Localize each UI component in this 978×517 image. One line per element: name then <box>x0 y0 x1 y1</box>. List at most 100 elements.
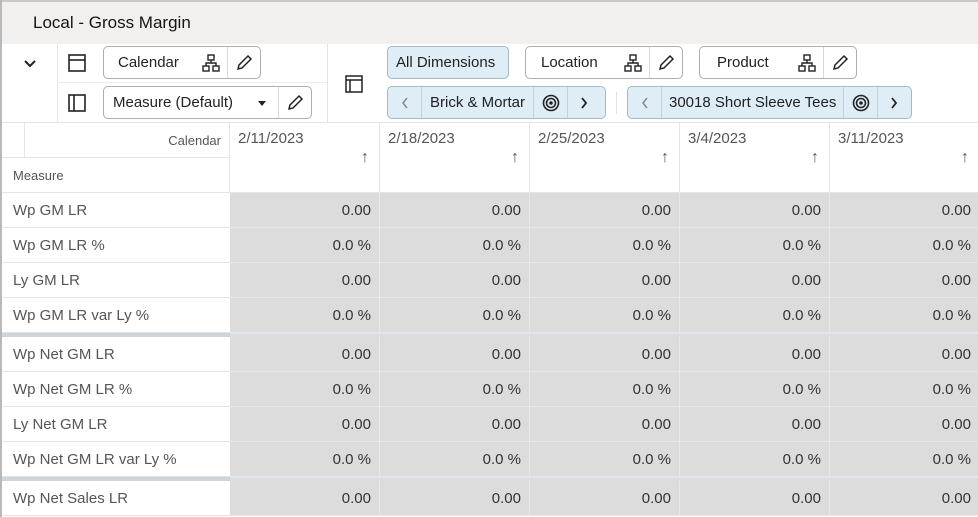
row-header[interactable]: Ly GM LR <box>2 263 230 298</box>
grid-cell[interactable]: 0.0 % <box>830 442 978 477</box>
grid-cell[interactable]: 0.0 % <box>380 442 530 477</box>
grid-cell[interactable]: 0.00 <box>230 481 380 516</box>
grid-cell[interactable]: 0.0 % <box>830 372 978 407</box>
chevron-right-icon <box>891 96 898 109</box>
grid-cell[interactable]: 0.00 <box>680 193 830 228</box>
measure-dimension-chip[interactable]: Measure (Default) <box>103 86 312 119</box>
grid-cell[interactable]: 0.0 % <box>830 228 978 263</box>
target-icon <box>852 94 870 111</box>
grid-cell[interactable]: 0.0 % <box>380 298 530 333</box>
hierarchy-button[interactable] <box>195 47 228 78</box>
grid-cell[interactable]: 0.00 <box>830 337 978 372</box>
next-location-button[interactable] <box>567 87 600 118</box>
grid-cell[interactable]: 0.0 % <box>530 228 680 263</box>
all-dimensions-button[interactable]: All Dimensions <box>387 46 509 79</box>
arrow-up-icon[interactable]: ↑ <box>961 149 969 167</box>
row-header[interactable]: Wp GM LR % <box>2 228 230 263</box>
grid-cell[interactable]: 0.00 <box>680 337 830 372</box>
edit-button[interactable] <box>227 47 260 78</box>
grid-cell[interactable]: 0.0 % <box>380 228 530 263</box>
row-header[interactable]: Wp Net GM LR <box>2 337 230 372</box>
hierarchy-button[interactable] <box>617 47 650 78</box>
grid-cell[interactable]: 0.0 % <box>830 298 978 333</box>
grid-cell[interactable]: 0.00 <box>230 263 380 298</box>
row-header[interactable]: Ly Net GM LR <box>2 407 230 442</box>
grid-cell[interactable]: 0.0 % <box>530 442 680 477</box>
grid-cell[interactable]: 0.0 % <box>230 298 380 333</box>
grid-cell[interactable]: 0.00 <box>380 263 530 298</box>
target-product-button[interactable] <box>843 87 877 118</box>
edit-button[interactable] <box>278 87 311 118</box>
row-header[interactable]: Wp Net GM LR var Ly % <box>2 442 230 477</box>
edit-button[interactable] <box>649 47 682 78</box>
grid-cell[interactable]: 0.0 % <box>230 372 380 407</box>
caret-down-icon <box>258 100 266 106</box>
row-header[interactable]: Wp GM LR var Ly % <box>2 298 230 333</box>
column-header[interactable]: 2/18/2023 ↑ <box>380 123 530 193</box>
grid-cell[interactable]: 0.0 % <box>680 442 830 477</box>
product-selected-value: 30018 Short Sleeve Tees <box>661 87 843 118</box>
grid-cell[interactable]: 0.00 <box>380 481 530 516</box>
product-navigator: 30018 Short Sleeve Tees <box>627 86 912 119</box>
target-location-button[interactable] <box>533 87 567 118</box>
grid-cell[interactable]: 0.0 % <box>530 298 680 333</box>
column-header-label: 2/18/2023 <box>388 130 455 147</box>
grid-cell[interactable]: 0.00 <box>230 407 380 442</box>
edit-button[interactable] <box>823 47 856 78</box>
grid-cell[interactable]: 0.00 <box>830 481 978 516</box>
grid-cell[interactable]: 0.00 <box>380 193 530 228</box>
grid-cell[interactable]: 0.00 <box>230 337 380 372</box>
grid-cell[interactable]: 0.00 <box>680 407 830 442</box>
grid-cell[interactable]: 0.0 % <box>530 372 680 407</box>
grid-cell[interactable]: 0.0 % <box>680 298 830 333</box>
grid-cell[interactable]: 0.0 % <box>680 228 830 263</box>
page-title: Local - Gross Margin <box>33 13 191 32</box>
location-dimension-chip[interactable]: Location <box>525 46 683 79</box>
grid-cell[interactable]: 0.00 <box>830 407 978 442</box>
row-layout-icon <box>68 54 86 72</box>
calendar-dimension-chip[interactable]: Calendar <box>103 46 261 79</box>
grid-cell[interactable]: 0.00 <box>830 263 978 298</box>
table-row: Ly Net GM LR 0.00 0.00 0.00 0.00 0.00 <box>2 407 978 442</box>
row-header[interactable]: Wp Net GM LR % <box>2 372 230 407</box>
pivot-button[interactable] <box>342 72 366 96</box>
arrow-up-icon[interactable]: ↑ <box>661 149 669 167</box>
row-header[interactable]: Wp GM LR <box>2 193 230 228</box>
chevron-left-icon <box>401 97 408 108</box>
column-layout-button[interactable] <box>64 90 90 116</box>
collapse-toolbar-button[interactable] <box>16 52 44 76</box>
grid-cell[interactable]: 0.00 <box>530 481 680 516</box>
grid-cell[interactable]: 0.00 <box>680 481 830 516</box>
grid-cell[interactable]: 0.00 <box>380 337 530 372</box>
arrow-up-icon[interactable]: ↑ <box>361 149 369 167</box>
next-product-button[interactable] <box>877 87 910 118</box>
grid-cell[interactable]: 0.00 <box>530 407 680 442</box>
previous-location-button[interactable] <box>388 87 421 118</box>
arrow-up-icon[interactable]: ↑ <box>811 149 819 167</box>
grid-cell[interactable]: 0.00 <box>380 407 530 442</box>
grid-cell[interactable]: 0.00 <box>530 193 680 228</box>
row-header[interactable]: Wp Net Sales LR <box>2 481 230 516</box>
grid-cell[interactable]: 0.0 % <box>230 442 380 477</box>
grid-cell[interactable]: 0.00 <box>830 193 978 228</box>
grid-cell[interactable]: 0.0 % <box>680 372 830 407</box>
arrow-up-icon[interactable]: ↑ <box>511 149 519 167</box>
measure-dropdown-button[interactable] <box>246 87 278 118</box>
row-layout-button[interactable] <box>64 50 90 76</box>
column-header[interactable]: 3/11/2023 ↑ <box>830 123 978 193</box>
column-header[interactable]: 2/25/2023 ↑ <box>530 123 680 193</box>
product-dimension-chip[interactable]: Product <box>699 46 857 79</box>
grid-cell[interactable]: 0.00 <box>680 263 830 298</box>
grid-cell[interactable]: 0.0 % <box>230 228 380 263</box>
table-row: Ly GM LR 0.00 0.00 0.00 0.00 0.00 <box>2 263 978 298</box>
divider <box>327 44 328 122</box>
column-header[interactable]: 3/4/2023 ↑ <box>680 123 830 193</box>
grid-cell[interactable]: 0.00 <box>230 193 380 228</box>
grid-cell[interactable]: 0.0 % <box>380 372 530 407</box>
grid-cell[interactable]: 0.00 <box>530 337 680 372</box>
column-header-label: 2/25/2023 <box>538 130 605 147</box>
previous-product-button[interactable] <box>628 87 661 118</box>
hierarchy-button[interactable] <box>791 47 824 78</box>
grid-cell[interactable]: 0.00 <box>530 263 680 298</box>
column-header[interactable]: 2/11/2023 ↑ <box>230 123 380 193</box>
